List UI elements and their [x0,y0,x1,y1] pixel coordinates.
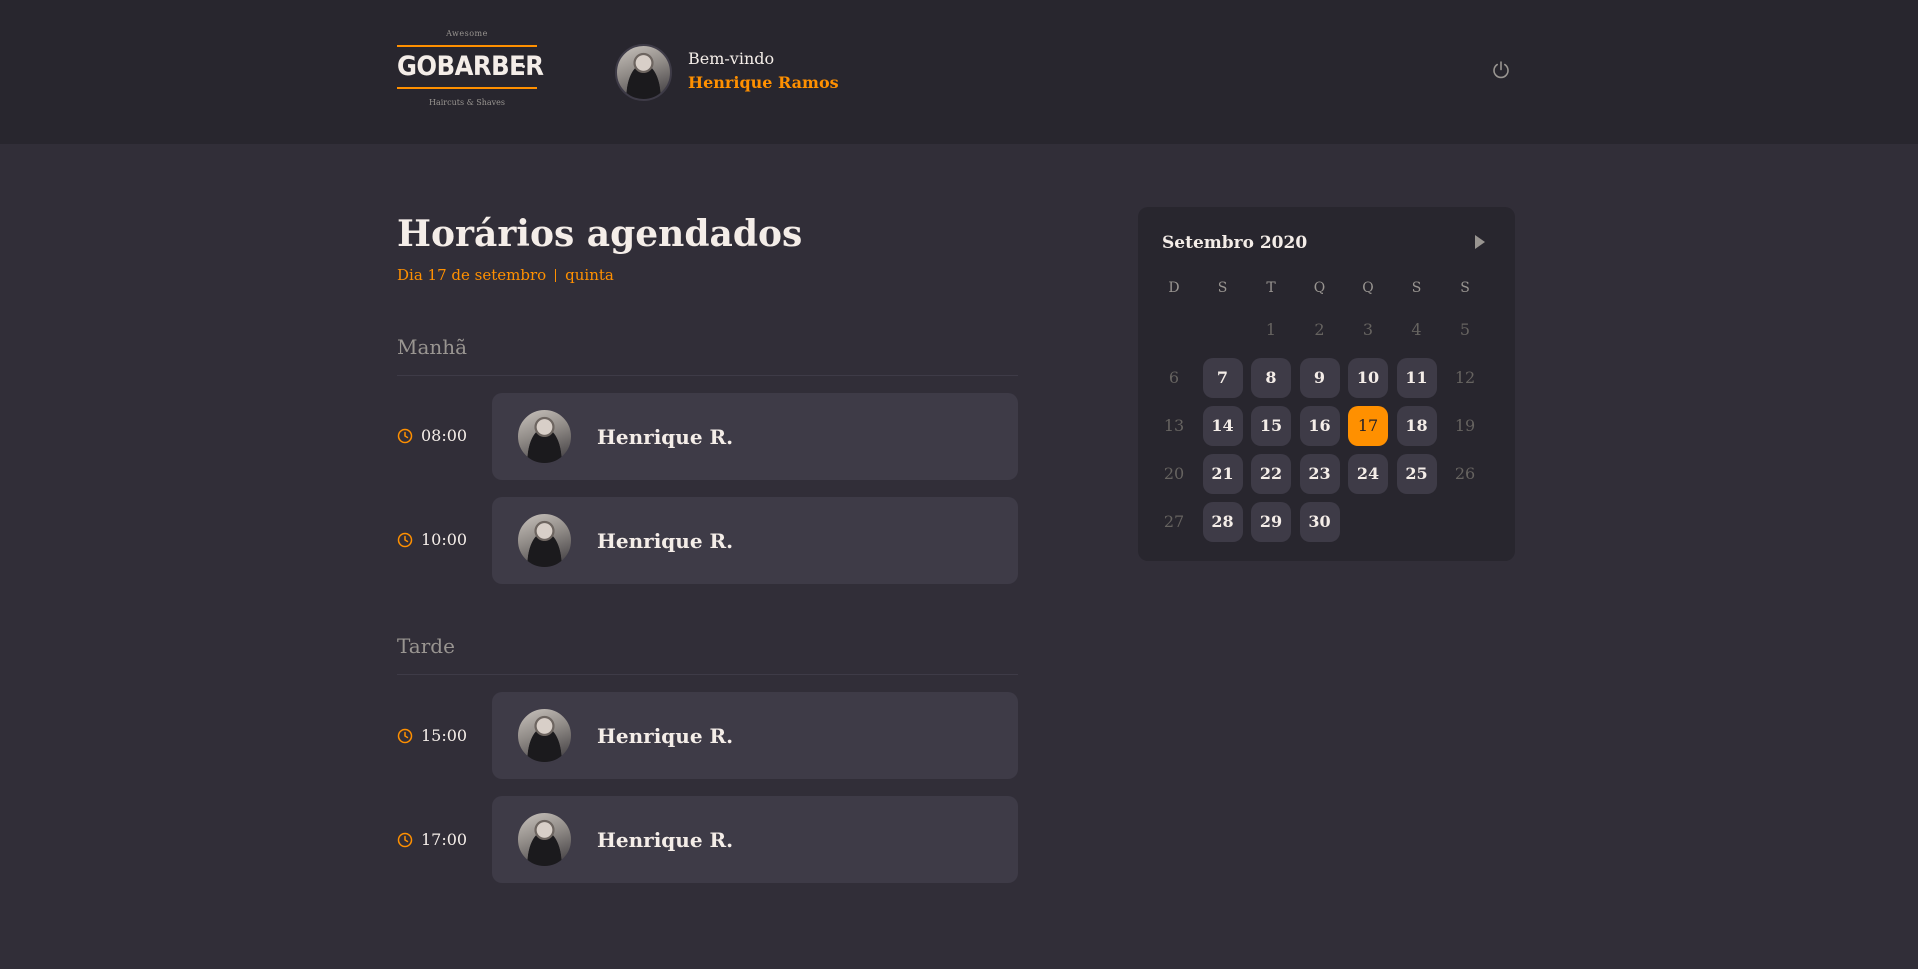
calendar-weekday: Q [1362,280,1374,296]
clock-icon [397,428,413,443]
calendar-weekday: D [1168,280,1180,296]
selected-day-label: Dia 17 de setembro [397,266,547,284]
clock-icon [397,832,413,847]
calendar-weekday: S [1411,280,1422,296]
section-title-afternoon: Tarde [397,634,455,658]
calendar-day: 3 [1362,320,1374,339]
calendar-day[interactable]: 29 [1251,502,1291,542]
calendar-day: 1 [1265,320,1277,339]
client-name: Henrique R. [597,424,734,449]
calendar-day[interactable]: 7 [1202,358,1243,398]
appointment-card[interactable]: Henrique R. [492,393,1018,480]
calendar-day: 13 [1163,416,1185,435]
client-avatar [516,811,573,868]
appointment-card[interactable]: Henrique R. [492,497,1018,584]
welcome-text: Bem-vindo [688,49,775,68]
appointment-card[interactable]: Henrique R. [492,796,1018,883]
logout-button[interactable] [1491,60,1511,80]
calendar-day[interactable]: 14 [1202,406,1243,446]
appointment-time: 08:00 [397,426,467,445]
client-name: Henrique R. [597,723,734,748]
calendar-day[interactable]: 15 [1251,406,1291,446]
calendar-month-label: Setembro 2020 [1162,233,1308,253]
logo-top-text: Awesome [446,29,488,38]
appointment-time: 17:00 [397,830,467,849]
section-divider [397,674,1018,675]
calendar-day: 6 [1168,368,1180,387]
page-title: Horários agendados [397,213,803,255]
clock-icon [397,728,413,743]
calendar-day[interactable]: 8 [1251,358,1291,398]
next-month-button[interactable] [1472,233,1488,251]
client-name: Henrique R. [597,827,734,852]
client-avatar [516,707,573,764]
app-header: Awesome GOBARBER Haircuts & Shaves Bem-v… [0,0,1918,144]
appointment-time-label: 10:00 [421,530,468,549]
calendar-day[interactable]: 11 [1396,358,1437,398]
logo-brand: GOBARBER [397,47,544,87]
section-divider [397,375,1018,376]
calendar-day[interactable]: 24 [1348,454,1388,494]
calendar-day[interactable]: 22 [1251,454,1291,494]
logo-dot-left [409,65,412,68]
calendar-day[interactable]: 16 [1299,406,1340,446]
calendar-day: 20 [1163,464,1185,483]
clock-icon [397,532,413,547]
calendar-day[interactable]: 28 [1202,502,1243,542]
calendar-day: 19 [1454,416,1476,435]
calendar-weekday: T [1266,280,1276,296]
client-avatar [516,512,573,569]
logo-bottom-text: Haircuts & Shaves [428,98,506,107]
calendar-day: 26 [1454,464,1476,483]
calendar-day: 27 [1163,512,1185,531]
appointment-time-label: 17:00 [421,830,468,849]
selected-date-info: Dia 17 de setembro quinta [397,264,614,286]
calendar-day-selected[interactable]: 17 [1348,406,1388,446]
user-avatar[interactable] [615,44,672,101]
calendar-day[interactable]: 23 [1299,454,1340,494]
client-avatar [516,408,573,465]
appointment-card[interactable]: Henrique R. [492,692,1018,779]
logo-dot-right [522,65,525,68]
appointment-time-label: 08:00 [421,426,468,445]
calendar-weekday: S [1217,280,1228,296]
selected-weekday-label: quinta [565,266,614,284]
subtitle-separator [555,268,557,282]
profile-link[interactable]: Henrique Ramos [688,72,839,94]
client-name: Henrique R. [597,528,734,553]
appointment-time: 10:00 [397,530,467,549]
next-arrow-icon [1475,235,1485,249]
logo-line-bottom [397,87,537,89]
section-title-morning: Manhã [397,335,468,359]
calendar-weekday: S [1460,280,1470,296]
calendar-day[interactable]: 21 [1202,454,1243,494]
calendar-day[interactable]: 30 [1299,502,1340,542]
calendar-day[interactable]: 18 [1396,406,1437,446]
appointment-time: 15:00 [397,726,467,745]
calendar: Setembro 2020 D S T Q Q S S 1 2 3 4 5 6 7 8 9 10 11 12 13 14… [1138,207,1515,561]
calendar-day[interactable]: 9 [1299,358,1340,398]
calendar-day[interactable]: 25 [1396,454,1437,494]
calendar-day: 5 [1459,320,1471,339]
calendar-day[interactable]: 10 [1348,358,1388,398]
calendar-day: 4 [1411,320,1422,339]
gobarber-logo: Awesome GOBARBER Haircuts & Shaves [397,28,544,118]
calendar-day: 2 [1314,320,1325,339]
calendar-weekday: Q [1313,280,1326,296]
calendar-day: 12 [1454,368,1476,387]
appointment-time-label: 15:00 [421,726,468,745]
power-icon [1493,61,1509,79]
